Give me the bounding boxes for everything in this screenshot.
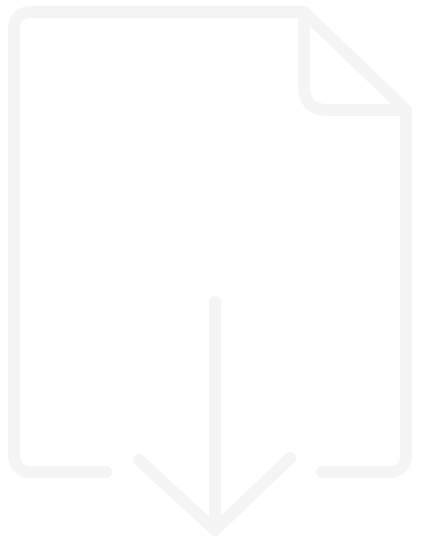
file-download-icon	[8, 6, 412, 536]
file-download-graphic	[0, 0, 424, 546]
